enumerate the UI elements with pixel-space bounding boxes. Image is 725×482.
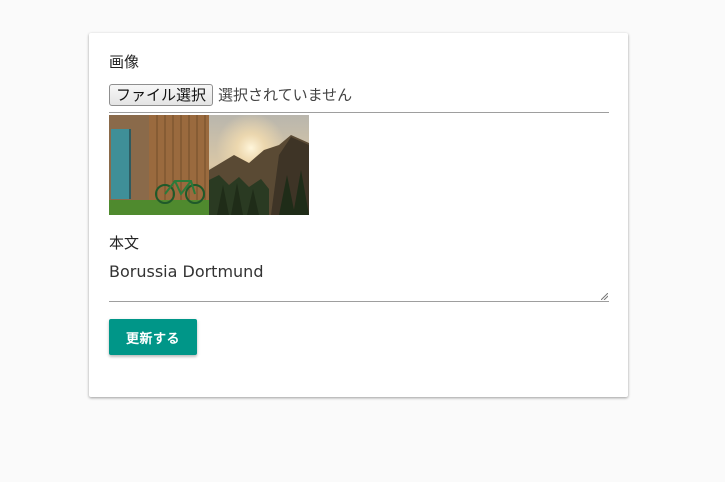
update-submit-button[interactable]: 更新する	[109, 319, 197, 355]
file-status-text: 選択されていません	[218, 86, 353, 104]
image-label: 画像	[109, 53, 140, 71]
edit-form-card: 画像 ファイル選択 選択されていません 本文 Borussia Dortmund…	[89, 33, 628, 397]
body-textarea[interactable]: Borussia Dortmund	[109, 261, 609, 302]
body-label: 本文	[109, 234, 140, 252]
thumbnail-mountain-sunset	[209, 115, 309, 215]
resize-grip-icon[interactable]	[601, 293, 608, 300]
file-input[interactable]: ファイル選択 選択されていません	[109, 84, 609, 113]
image-thumbnails	[109, 115, 309, 215]
thumbnail-shed-bicycle	[109, 115, 209, 215]
choose-file-button[interactable]: ファイル選択	[109, 84, 214, 106]
body-text-value: Borussia Dortmund	[109, 262, 264, 281]
